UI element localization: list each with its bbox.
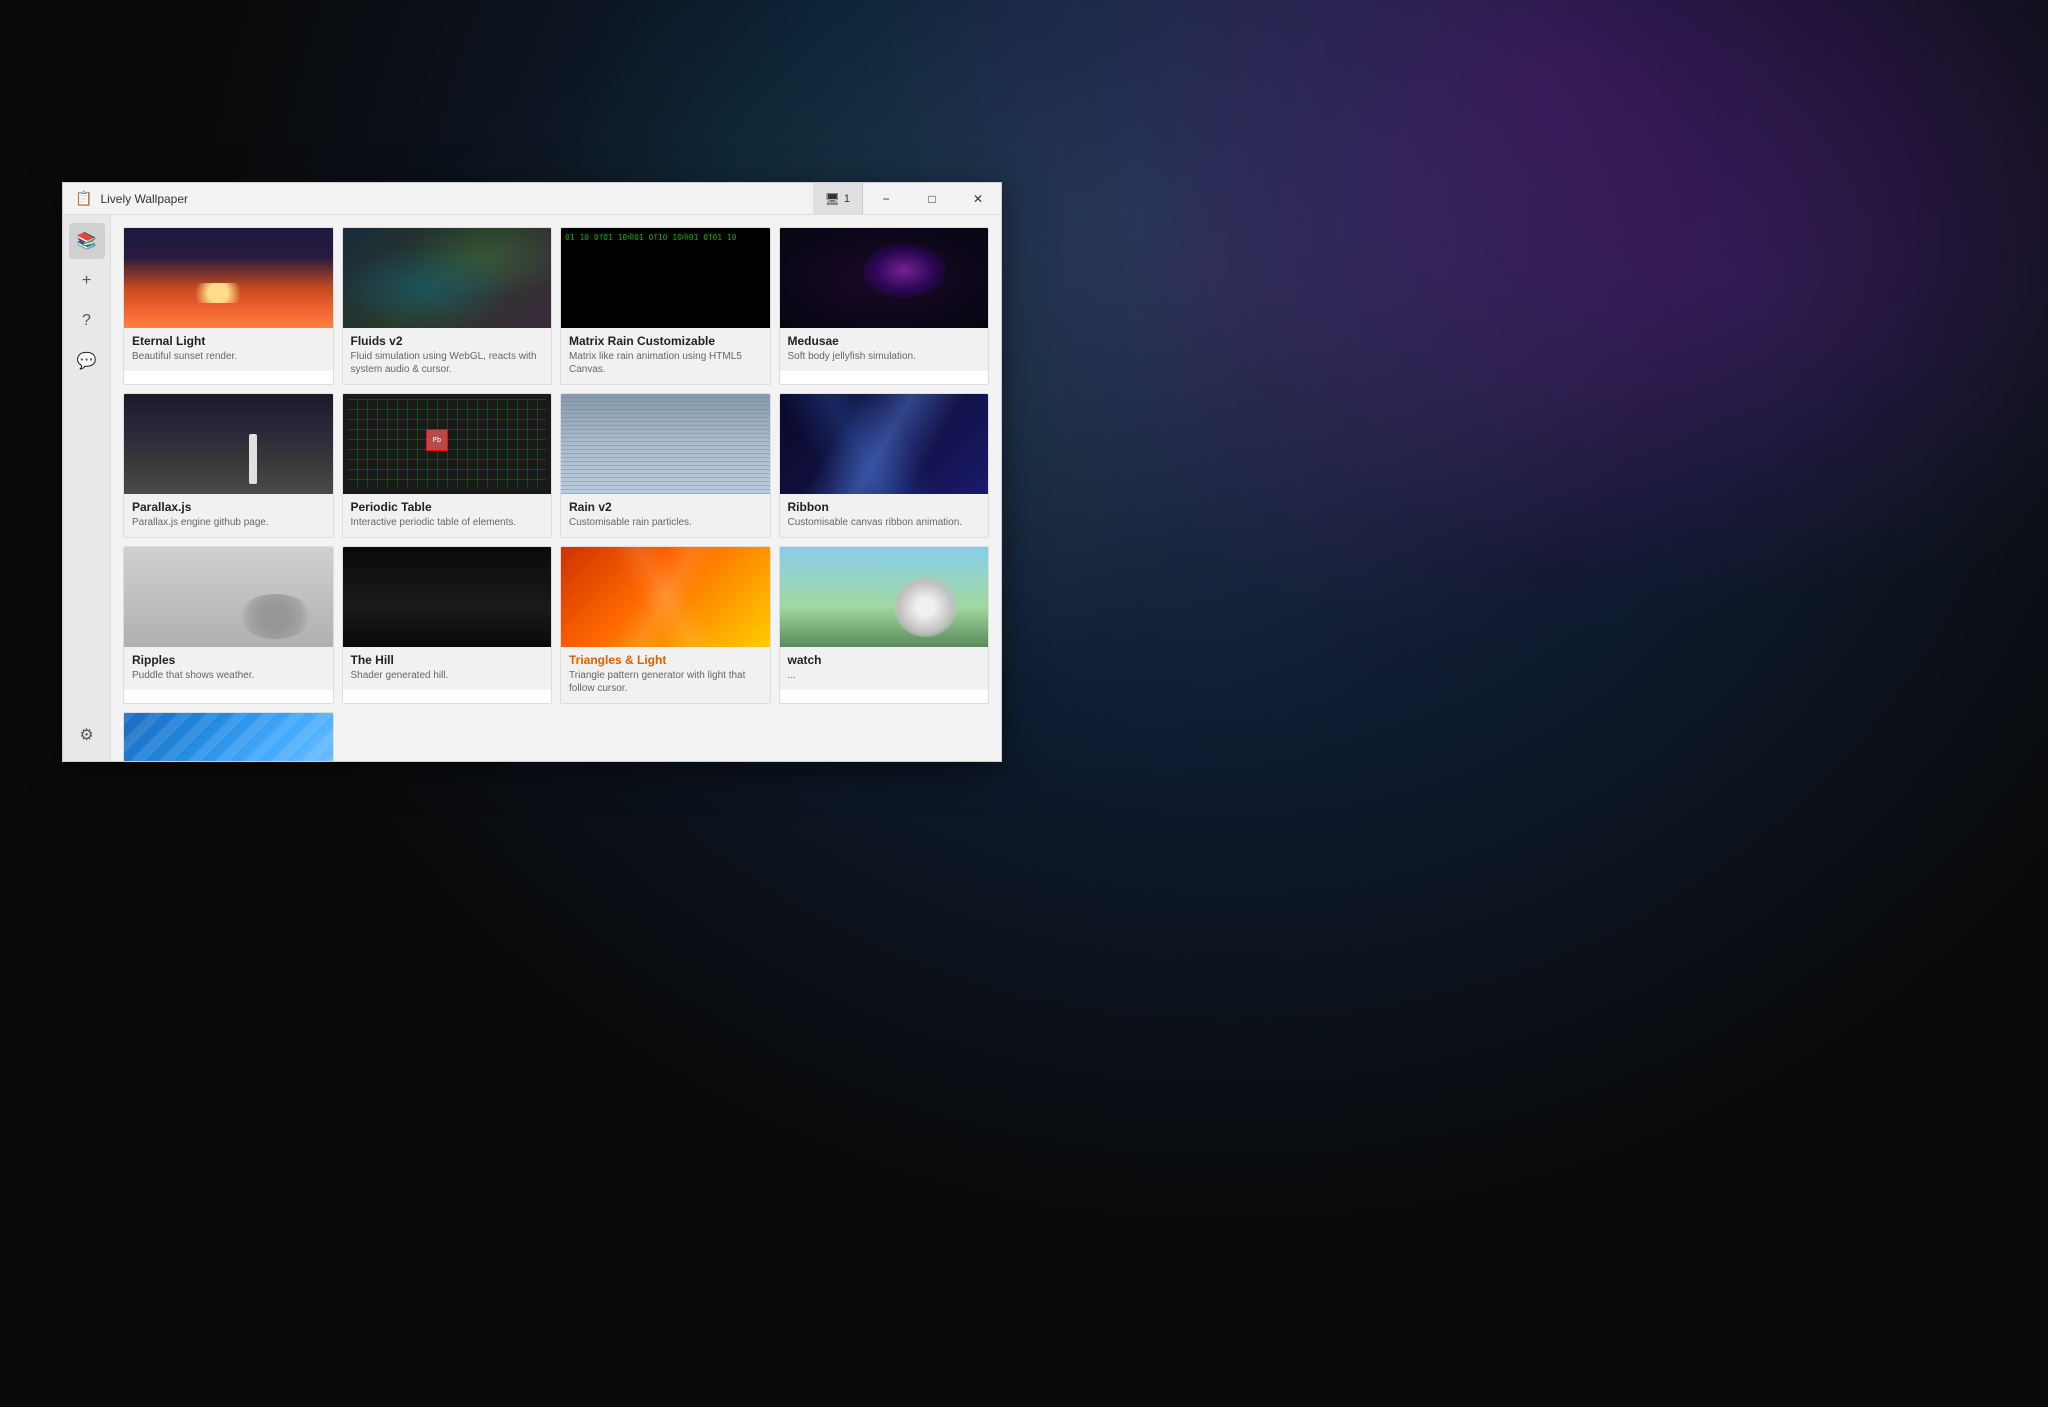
card-desc-eternal-light: Beautiful sunset render. [132, 350, 325, 363]
card-title-rain-v2: Rain v2 [569, 500, 762, 514]
sidebar-item-library[interactable]: 📚 [69, 223, 105, 259]
wallpaper-grid-container[interactable]: Eternal Light Beautiful sunset render. F… [111, 215, 1001, 761]
wallpaper-card-matrix-rain[interactable]: Matrix Rain Customizable Matrix like rai… [560, 227, 771, 385]
monitor-count: 1 [844, 193, 850, 205]
card-thumbnail-eternal-light [124, 228, 333, 328]
card-thumbnail-fluids-v2 [343, 228, 552, 328]
wallpaper-grid: Eternal Light Beautiful sunset render. F… [123, 227, 989, 761]
wallpaper-card-rain-v2[interactable]: Rain v2 Customisable rain particles. [560, 393, 771, 538]
sidebar-item-settings[interactable]: ⚙ [69, 717, 105, 753]
card-thumbnail-waves [124, 713, 333, 761]
app-icon: 📋 [75, 190, 92, 207]
monitor-button[interactable]: 🖥 1 [813, 183, 863, 214]
card-title-periodic-table: Periodic Table [351, 500, 544, 514]
card-desc-watch: ... [788, 669, 981, 682]
card-thumbnail-matrix-rain [561, 228, 770, 328]
card-info-rain-v2: Rain v2 Customisable rain particles. [561, 494, 770, 537]
chat-icon: 💬 [77, 351, 97, 371]
wallpaper-card-eternal-light[interactable]: Eternal Light Beautiful sunset render. [123, 227, 334, 385]
card-desc-the-hill: Shader generated hill. [351, 669, 544, 682]
card-title-matrix-rain: Matrix Rain Customizable [569, 334, 762, 348]
card-title-ribbon: Ribbon [788, 500, 981, 514]
wallpaper-card-periodic-table[interactable]: Periodic Table Interactive periodic tabl… [342, 393, 553, 538]
library-icon: 📚 [77, 231, 97, 251]
card-info-ribbon: Ribbon Customisable canvas ribbon animat… [780, 494, 989, 537]
card-title-medusae: Medusae [788, 334, 981, 348]
settings-icon: ⚙ [79, 725, 93, 745]
wallpaper-card-parallax[interactable]: Parallax.js Parallax.js engine github pa… [123, 393, 334, 538]
card-info-medusae: Medusae Soft body jellyfish simulation. [780, 328, 989, 371]
titlebar-controls: 🖥 1 − □ ✕ [813, 183, 1001, 214]
card-title-ripples: Ripples [132, 653, 325, 667]
minimize-button[interactable]: − [863, 183, 909, 214]
lively-wallpaper-window: 📋 Lively Wallpaper 🖥 1 − □ ✕ 📚 + ? [62, 182, 1002, 762]
card-thumbnail-ripples [124, 547, 333, 647]
wallpaper-card-ripples[interactable]: Ripples Puddle that shows weather. [123, 546, 334, 704]
card-title-triangles-light: Triangles & Light [569, 653, 762, 667]
card-desc-matrix-rain: Matrix like rain animation using HTML5 C… [569, 350, 762, 376]
card-desc-ribbon: Customisable canvas ribbon animation. [788, 516, 981, 529]
main-layout: 📚 + ? 💬 ⚙ Eternal Light [63, 215, 1001, 761]
wallpaper-card-watch[interactable]: watch ... [779, 546, 990, 704]
sidebar-item-add[interactable]: + [69, 263, 105, 299]
card-desc-triangles-light: Triangle pattern generator with light th… [569, 669, 762, 695]
card-thumbnail-ribbon [780, 394, 989, 494]
card-info-ripples: Ripples Puddle that shows weather. [124, 647, 333, 690]
wallpaper-card-the-hill[interactable]: The Hill Shader generated hill. [342, 546, 553, 704]
card-title-eternal-light: Eternal Light [132, 334, 325, 348]
card-title-fluids-v2: Fluids v2 [351, 334, 544, 348]
card-info-the-hill: The Hill Shader generated hill. [343, 647, 552, 690]
card-title-watch: watch [788, 653, 981, 667]
card-thumbnail-parallax [124, 394, 333, 494]
wallpaper-card-waves[interactable]: Waves Three.js wave simulation. [123, 712, 334, 761]
card-desc-rain-v2: Customisable rain particles. [569, 516, 762, 529]
window-title: Lively Wallpaper [100, 192, 188, 206]
wallpaper-card-triangles-light[interactable]: Triangles & Light Triangle pattern gener… [560, 546, 771, 704]
card-desc-ripples: Puddle that shows weather. [132, 669, 325, 682]
card-thumbnail-rain-v2 [561, 394, 770, 494]
titlebar: 📋 Lively Wallpaper 🖥 1 − □ ✕ [63, 183, 1001, 215]
card-title-the-hill: The Hill [351, 653, 544, 667]
card-info-periodic-table: Periodic Table Interactive periodic tabl… [343, 494, 552, 537]
add-icon: + [82, 272, 91, 290]
card-info-parallax: Parallax.js Parallax.js engine github pa… [124, 494, 333, 537]
sidebar: 📚 + ? 💬 ⚙ [63, 215, 111, 761]
card-desc-fluids-v2: Fluid simulation using WebGL, reacts wit… [351, 350, 544, 376]
card-thumbnail-periodic-table [343, 394, 552, 494]
sidebar-item-help[interactable]: ? [69, 303, 105, 339]
card-thumbnail-watch [780, 547, 989, 647]
titlebar-left: 📋 Lively Wallpaper [75, 190, 188, 207]
card-desc-medusae: Soft body jellyfish simulation. [788, 350, 981, 363]
sidebar-item-chat[interactable]: 💬 [69, 343, 105, 379]
card-thumbnail-medusae [780, 228, 989, 328]
monitor-icon: 🖥 [825, 192, 840, 206]
help-icon: ? [82, 312, 91, 330]
card-info-watch: watch ... [780, 647, 989, 690]
card-info-matrix-rain: Matrix Rain Customizable Matrix like rai… [561, 328, 770, 384]
card-info-triangles-light: Triangles & Light Triangle pattern gener… [561, 647, 770, 703]
card-thumbnail-the-hill [343, 547, 552, 647]
card-thumbnail-triangles-light [561, 547, 770, 647]
wallpaper-card-medusae[interactable]: Medusae Soft body jellyfish simulation. [779, 227, 990, 385]
card-desc-periodic-table: Interactive periodic table of elements. [351, 516, 544, 529]
wallpaper-card-ribbon[interactable]: Ribbon Customisable canvas ribbon animat… [779, 393, 990, 538]
card-title-parallax: Parallax.js [132, 500, 325, 514]
card-info-eternal-light: Eternal Light Beautiful sunset render. [124, 328, 333, 371]
maximize-button[interactable]: □ [909, 183, 955, 214]
card-desc-parallax: Parallax.js engine github page. [132, 516, 325, 529]
close-button[interactable]: ✕ [955, 183, 1001, 214]
wallpaper-card-fluids-v2[interactable]: Fluids v2 Fluid simulation using WebGL, … [342, 227, 553, 385]
card-info-fluids-v2: Fluids v2 Fluid simulation using WebGL, … [343, 328, 552, 384]
